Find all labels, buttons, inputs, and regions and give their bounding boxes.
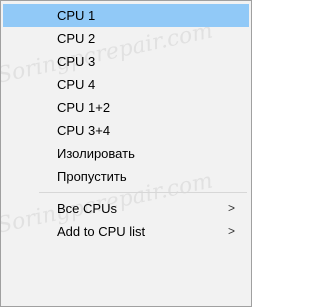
separator-line (39, 192, 247, 193)
menu-item-label: CPU 4 (57, 77, 96, 92)
menu-item-isolate[interactable]: Изолировать (3, 142, 249, 165)
menu-item-label: CPU 3+4 (57, 123, 111, 138)
chevron-right-icon: > (227, 224, 235, 238)
menu-item-cpu-1[interactable]: CPU 1 (3, 4, 249, 27)
menu-separator (3, 188, 249, 197)
menu-item-label: Add to CPU list (57, 224, 146, 239)
menu-item-cpu-3-4[interactable]: CPU 3+4 (3, 119, 249, 142)
context-menu: Soringpcrepair.com Soringpcrepair.com CP… (0, 0, 252, 307)
menu-item-skip[interactable]: Пропустить (3, 165, 249, 188)
chevron-right-icon: > (227, 201, 235, 215)
menu-item-label: CPU 2 (57, 31, 96, 46)
menu-item-cpu-2[interactable]: CPU 2 (3, 27, 249, 50)
menu-item-label: CPU 3 (57, 54, 96, 69)
menu-item-label: CPU 1 (57, 8, 96, 23)
menu-item-all-cpus[interactable]: Все CPUs > (3, 197, 249, 220)
menu-item-label: Все CPUs (57, 201, 117, 216)
menu-item-cpu-3[interactable]: CPU 3 (3, 50, 249, 73)
menu-item-label: Изолировать (57, 146, 135, 161)
menu-item-label: CPU 1+2 (57, 100, 111, 115)
menu-item-label: Пропустить (57, 169, 127, 184)
menu-item-cpu-1-2[interactable]: CPU 1+2 (3, 96, 249, 119)
menu-item-cpu-4[interactable]: CPU 4 (3, 73, 249, 96)
menu-item-add-to-cpu-list[interactable]: Add to CPU list > (3, 220, 249, 243)
menu-items: CPU 1 CPU 2 CPU 3 CPU 4 CPU 1+2 CPU 3+4 … (3, 4, 249, 243)
